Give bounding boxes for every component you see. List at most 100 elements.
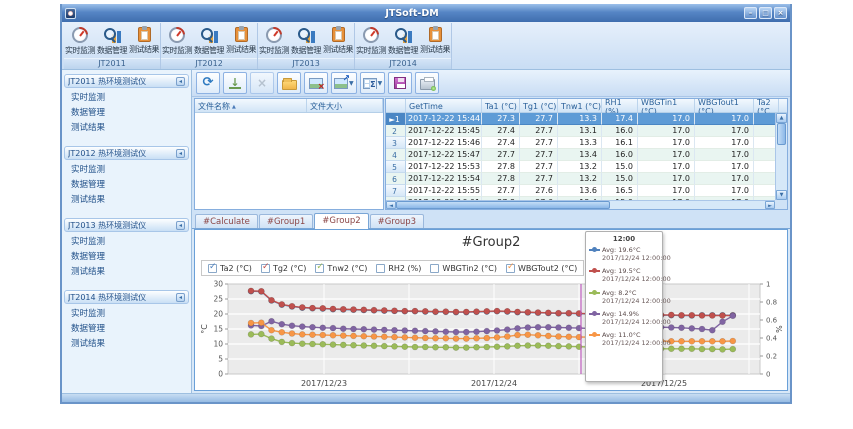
- sidebar-item-数据管理[interactable]: 数据管理: [64, 250, 189, 265]
- legend-checkbox-tg2[interactable]: ✓Tg2 (°C): [261, 264, 306, 273]
- group-collapse-icon[interactable]: ◂: [176, 293, 185, 302]
- group-collapse-icon[interactable]: ◂: [176, 221, 185, 230]
- table-row[interactable]: 72017-12-22 15:55:0027.727.613.616.517.0…: [386, 185, 787, 197]
- svg-text:°C: °C: [200, 324, 209, 334]
- sidebar-group-header[interactable]: JT2011 热环境测试仪◂: [64, 74, 189, 88]
- data-toolbar: ⟳ ↓ × ▼ ▼: [192, 70, 790, 97]
- scroll-left-icon[interactable]: ◄: [386, 201, 396, 209]
- table-row[interactable]: 32017-12-22 15:46:0027.427.713.316.117.0…: [386, 137, 787, 149]
- ribbon-button-jt2014[interactable]: 测试结果: [420, 24, 451, 58]
- export-table-button[interactable]: ▼: [360, 72, 386, 94]
- svg-text:2017/12/23: 2017/12/23: [301, 379, 347, 388]
- tab-calculate[interactable]: #Calculate: [195, 214, 258, 228]
- table-row[interactable]: ►12017-12-22 15:44:0027.327.713.317.417.…: [386, 113, 787, 125]
- ribbon-button-jt2011[interactable]: 实时监测: [65, 24, 96, 58]
- sidebar-group-header[interactable]: JT2013 热环境测试仪◂: [64, 218, 189, 232]
- table-vertical-scrollbar[interactable]: ▲ ▼: [775, 113, 787, 200]
- title-bar[interactable]: JTSoft-DM – □ ×: [62, 4, 790, 22]
- ribbon-button-jt2013[interactable]: 实时监测: [259, 24, 290, 58]
- save-button[interactable]: [388, 72, 412, 94]
- table-column-header[interactable]: Ta1 (°C): [482, 99, 520, 112]
- ribbon-button-jt2012[interactable]: 数据管理: [194, 24, 225, 58]
- ribbon-group-caption: JT2013: [258, 58, 354, 69]
- ribbon-button-jt2012[interactable]: 测试结果: [226, 24, 257, 58]
- file-size-column-header[interactable]: 文件大小: [307, 99, 383, 112]
- remove-image-button[interactable]: [304, 72, 328, 94]
- ribbon-button-jt2014[interactable]: 数据管理: [388, 24, 419, 58]
- vertical-scroll-thumb[interactable]: [777, 123, 786, 145]
- sidebar-item-数据管理[interactable]: 数据管理: [64, 322, 189, 337]
- group-collapse-icon[interactable]: ◂: [176, 77, 185, 86]
- sidebar-item-实时监测[interactable]: 实时监测: [64, 163, 189, 178]
- legend-label: WBGTin2 (°C): [442, 264, 497, 273]
- file-name-column-header[interactable]: 文件名称 ▲: [195, 99, 307, 112]
- legend-checkbox-wbgtout2[interactable]: ✓WBGTout2 (°C): [506, 264, 577, 273]
- table-column-header[interactable]: [386, 99, 406, 112]
- ribbon-button-jt2011[interactable]: 测试结果: [129, 24, 160, 58]
- table-cell: 2017-12-22 15:47:00: [406, 149, 482, 161]
- ribbon-button-jt2012[interactable]: 实时监测: [162, 24, 193, 58]
- tab-group3[interactable]: #Group3: [370, 214, 424, 228]
- group-collapse-icon[interactable]: ◂: [176, 149, 185, 158]
- table-column-header[interactable]: GetTime: [406, 99, 482, 112]
- desktop: JTSoft-DM – □ × 实时监测数据管理测试结果JT2011实时监测数据…: [0, 0, 853, 429]
- print-button[interactable]: [415, 72, 439, 94]
- scroll-down-icon[interactable]: ▼: [776, 190, 787, 200]
- tab-group2[interactable]: #Group2: [314, 213, 368, 229]
- ribbon-button-jt2013[interactable]: 测试结果: [323, 24, 354, 58]
- sidebar-item-实时监测[interactable]: 实时监测: [64, 91, 189, 106]
- sidebar-item-数据管理[interactable]: 数据管理: [64, 106, 189, 121]
- table-row[interactable]: 52017-12-22 15:53:0027.827.713.215.017.0…: [386, 161, 787, 173]
- app-icon: [65, 8, 76, 19]
- gauge-icon: [72, 27, 88, 43]
- scroll-up-icon[interactable]: ▲: [776, 113, 787, 123]
- table-cell: 13.3: [558, 137, 602, 149]
- table-column-header[interactable]: WBGTout1 (°C): [695, 99, 754, 112]
- table-column-header[interactable]: Ta2 (°C: [754, 99, 779, 112]
- export-image-button[interactable]: ▼: [331, 72, 357, 94]
- ribbon-button-jt2011[interactable]: 数据管理: [97, 24, 128, 58]
- tab-group1[interactable]: #Group1: [259, 214, 313, 228]
- table-column-header[interactable]: RH1 (%): [602, 99, 638, 112]
- sidebar-item-测试结果[interactable]: 测试结果: [64, 265, 189, 280]
- sidebar-item-实时监测[interactable]: 实时监测: [64, 235, 189, 250]
- horizontal-scroll-thumb[interactable]: [396, 201, 610, 209]
- download-button[interactable]: ↓: [223, 72, 247, 94]
- sidebar-group-header[interactable]: JT2012 热环境测试仪◂: [64, 146, 189, 160]
- close-button[interactable]: ×: [774, 7, 787, 19]
- sidebar-item-数据管理[interactable]: 数据管理: [64, 178, 189, 193]
- sidebar-item-实时监测[interactable]: 实时监测: [64, 307, 189, 322]
- ribbon-button-label: 测试结果: [420, 44, 450, 55]
- file-list-body[interactable]: [195, 113, 383, 209]
- sidebar-item-测试结果[interactable]: 测试结果: [64, 193, 189, 208]
- table-row[interactable]: 22017-12-22 15:45:0027.427.713.116.017.0…: [386, 125, 787, 137]
- tooltip-time: 2017/12/24 12:00:00: [589, 254, 659, 262]
- sidebar-group-header[interactable]: JT2014 热环境测试仪◂: [64, 290, 189, 304]
- sidebar-item-测试结果[interactable]: 测试结果: [64, 121, 189, 136]
- minimize-button[interactable]: –: [744, 7, 757, 19]
- table-row[interactable]: 42017-12-22 15:47:0027.727.713.416.017.0…: [386, 149, 787, 161]
- table-column-header[interactable]: Tg1 (°C): [520, 99, 558, 112]
- legend-checkbox-tnw2[interactable]: ✓Tnw2 (°C): [315, 264, 367, 273]
- table-cell: 17.0: [695, 137, 754, 149]
- table-cell: 17.0: [638, 185, 695, 197]
- delete-button[interactable]: ×: [250, 72, 274, 94]
- ribbon-toolbar: 实时监测数据管理测试结果JT2011实时监测数据管理测试结果JT2012实时监测…: [62, 22, 790, 70]
- scroll-right-icon[interactable]: ►: [765, 201, 775, 209]
- ribbon-button-jt2013[interactable]: 数据管理: [291, 24, 322, 58]
- chart-plot[interactable]: 05101520253000.20.40.60.812017/12/232017…: [197, 280, 785, 396]
- table-column-header[interactable]: Tnw1 (°C): [558, 99, 602, 112]
- table-horizontal-scrollbar[interactable]: ◄ ►: [386, 200, 775, 209]
- open-folder-button[interactable]: [277, 72, 301, 94]
- table-column-header[interactable]: WBGTin1 (°C): [638, 99, 695, 112]
- restore-button[interactable]: □: [759, 7, 772, 19]
- ribbon-button-jt2014[interactable]: 实时监测: [356, 24, 387, 58]
- legend-label: Tg2 (°C): [273, 264, 306, 273]
- table-row[interactable]: 62017-12-22 15:54:0027.827.713.215.017.0…: [386, 173, 787, 185]
- table-cell: 27.7: [520, 173, 558, 185]
- sidebar-item-测试结果[interactable]: 测试结果: [64, 337, 189, 352]
- refresh-button[interactable]: ⟳: [196, 72, 220, 94]
- legend-checkbox-ta2[interactable]: ✓Ta2 (°C): [208, 264, 252, 273]
- legend-checkbox-rh2[interactable]: RH2 (%): [376, 264, 421, 273]
- legend-checkbox-wbgtin2[interactable]: WBGTin2 (°C): [430, 264, 497, 273]
